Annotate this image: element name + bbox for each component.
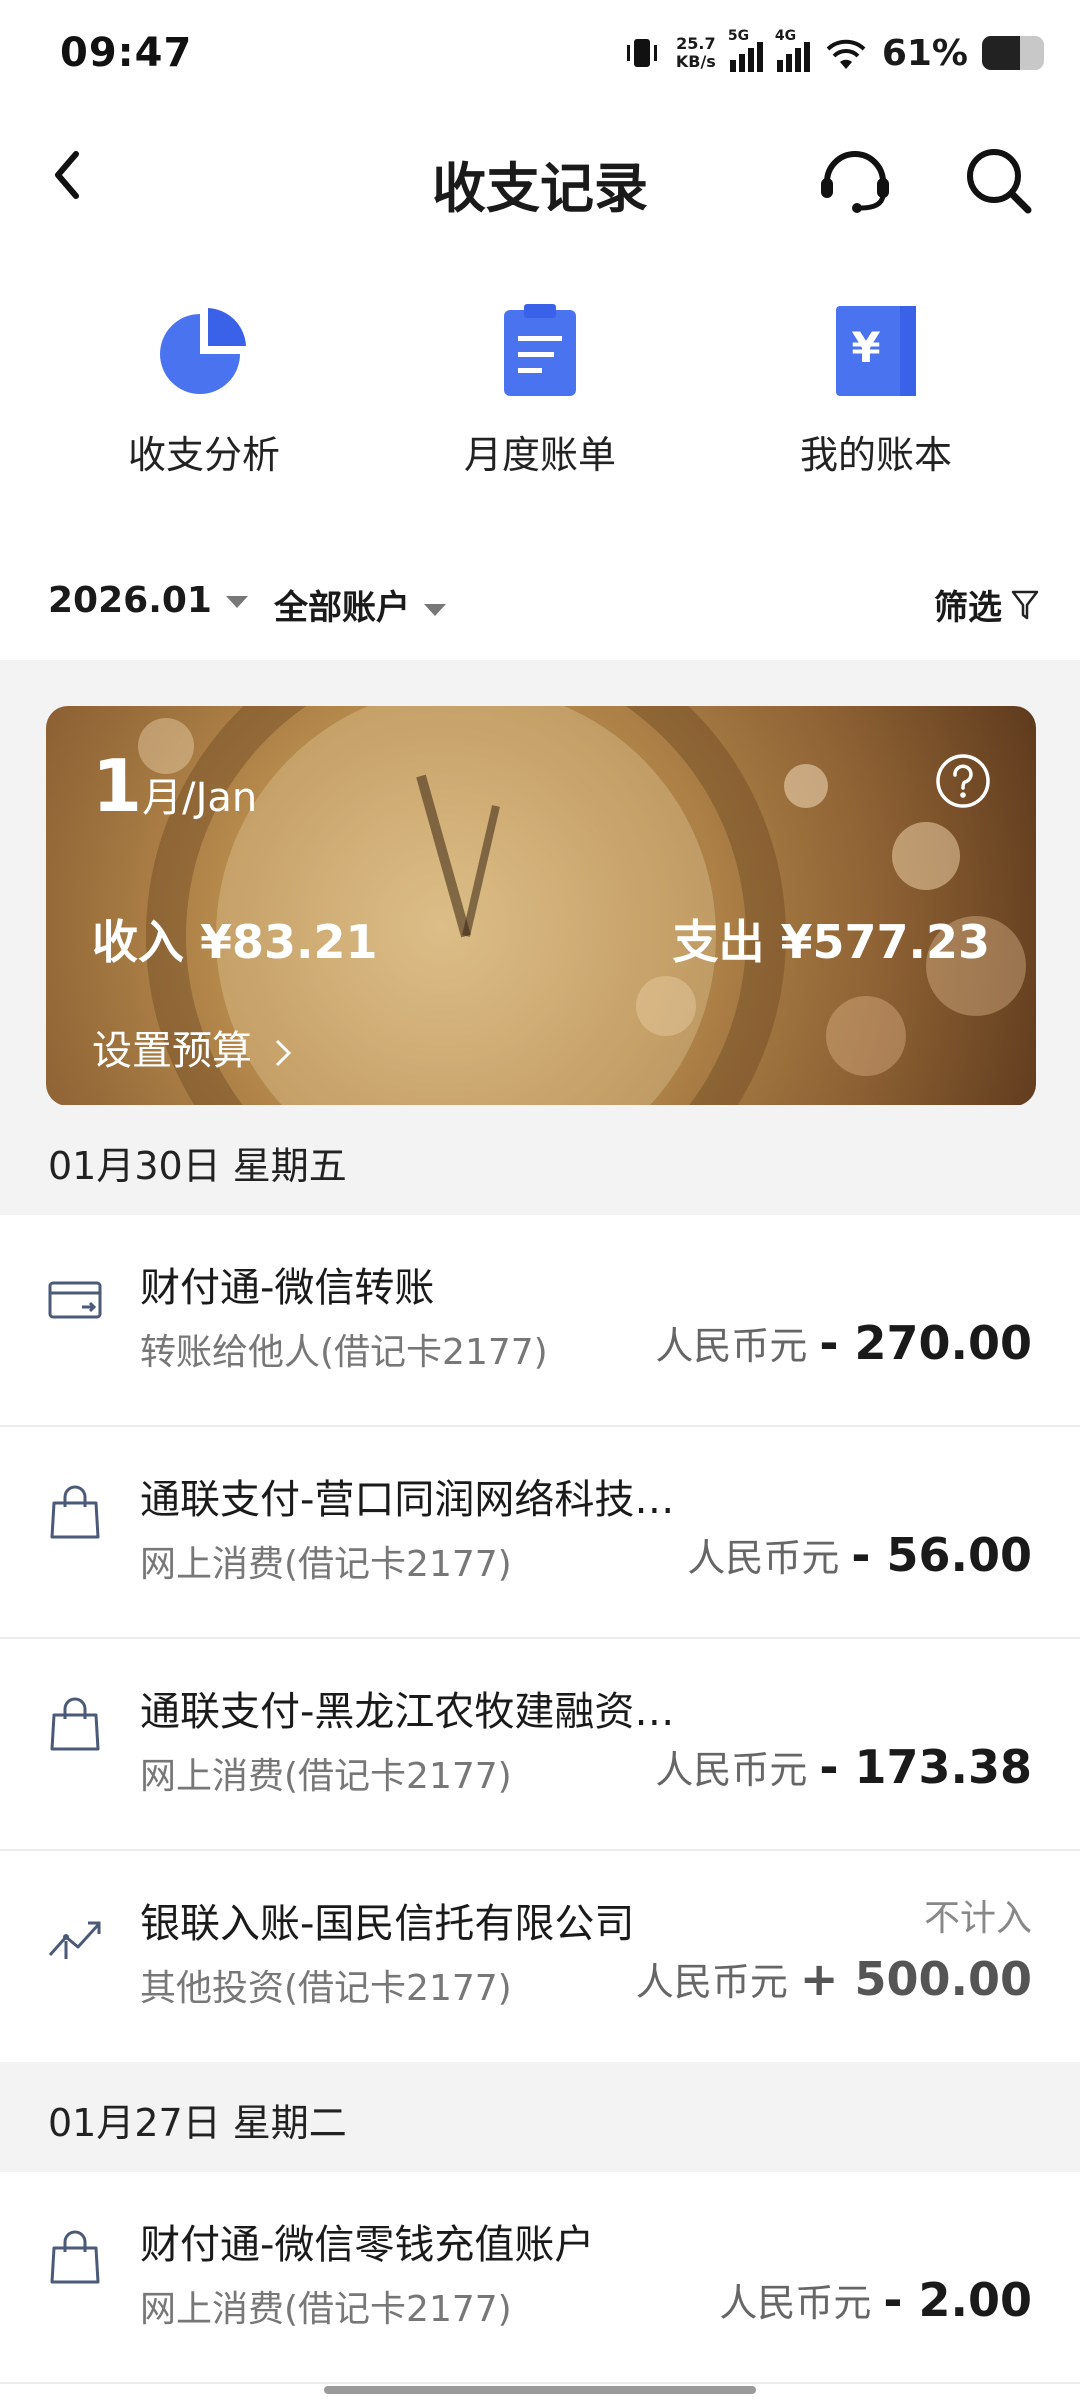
transaction-amount: 人民币元 + 500.00 <box>635 1952 1032 2006</box>
shortcut-income-analysis[interactable]: 收支分析 <box>36 300 372 490</box>
transaction-row[interactable]: 财付通-微信零钱充值账户 网上消费(借记卡2177) 人民币元 - 2.00 <box>0 2172 1080 2384</box>
vibrate-icon <box>626 39 657 67</box>
shortcut-my-ledger[interactable]: ¥ 我的账本 <box>708 300 1044 490</box>
transaction-row[interactable]: 财付通-微信转账 转账给他人(借记卡2177) 人民币元 - 270.00 <box>0 1215 1080 1427</box>
headset-icon[interactable] <box>815 142 895 214</box>
battery-percent: 61% <box>881 32 968 74</box>
status-time: 09:47 <box>60 30 193 76</box>
month-selector[interactable]: 2026.01 <box>48 580 248 621</box>
help-icon[interactable] <box>934 752 992 810</box>
search-icon[interactable] <box>960 142 1036 218</box>
signal-5g-icon: 5G <box>728 28 763 72</box>
status-icons: 25.7 KB/s 5G 4G 61% <box>622 28 1044 78</box>
shortcut-row: 收支分析 月度账单 ¥ 我的账本 <box>0 300 1080 490</box>
transaction-amount: 人民币元 - 56.00 <box>687 1528 1032 1582</box>
filter-button[interactable]: 筛选 <box>934 580 1040 629</box>
bill-document-icon <box>504 304 576 396</box>
month-summary-banner: 1月/Jan 收入 ¥83.21 支出 ¥577.23 设置预算 <box>46 706 1036 1106</box>
expense-total: 支出 ¥577.23 <box>672 915 990 969</box>
shopping-bag-icon <box>50 1697 100 1751</box>
date-header: 01月30日 星期五 <box>0 1105 1080 1215</box>
dropdown-caret-icon <box>424 603 446 616</box>
yuan-ledger-icon: ¥ <box>836 306 916 396</box>
page-title: 收支记录 <box>432 157 648 220</box>
banner-month: 1月/Jan <box>92 744 258 828</box>
transaction-row[interactable]: 通联支付-黑龙江农牧建融资… 网上消费(借记卡2177) 人民币元 - 173.3… <box>0 1639 1080 1851</box>
svg-text:¥: ¥ <box>851 323 880 372</box>
filter-bar: 2026.01 全部账户 筛选 <box>0 570 1080 642</box>
transaction-row[interactable]: 通联支付-营口同润网络科技… 网上消费(借记卡2177) 人民币元 - 56.00 <box>0 1427 1080 1639</box>
funnel-icon <box>1011 590 1039 619</box>
network-speed: 25.7 KB/s <box>675 34 716 71</box>
chevron-right-icon <box>275 1039 291 1067</box>
transaction-amount: 人民币元 - 2.00 <box>719 2273 1032 2327</box>
dropdown-caret-icon <box>225 596 248 608</box>
investment-trend-icon <box>48 1921 101 1959</box>
status-bar: 09:47 25.7 KB/s 5G 4G 61% <box>0 0 1080 110</box>
transaction-amount: 人民币元 - 173.38 <box>655 1740 1032 1794</box>
shopping-bag-icon <box>50 1485 100 1539</box>
not-counted-label: 不计入 <box>923 1898 1032 1939</box>
shopping-bag-icon <box>50 2230 100 2284</box>
date-header: 01月27日 星期二 <box>0 2062 1080 2172</box>
set-budget-link[interactable]: 设置预算 <box>92 1018 295 1076</box>
account-selector[interactable]: 全部账户 <box>274 580 446 629</box>
home-indicator[interactable] <box>324 2386 756 2394</box>
shortcut-monthly-bill[interactable]: 月度账单 <box>372 300 708 490</box>
card-transfer-icon <box>48 1281 102 1319</box>
nav-bar: 收支记录 <box>0 110 1080 240</box>
battery-icon <box>982 36 1044 70</box>
transaction-amount: 人民币元 - 270.00 <box>655 1316 1032 1370</box>
signal-4g-icon: 4G <box>775 28 810 72</box>
pie-chart-icon <box>160 308 246 394</box>
wifi-icon <box>826 39 866 69</box>
transaction-row[interactable]: 银联入账-国民信托有限公司 不计入 其他投资(借记卡2177) 人民币元 + 50… <box>0 1851 1080 2063</box>
income-total: 收入 ¥83.21 <box>92 915 378 969</box>
